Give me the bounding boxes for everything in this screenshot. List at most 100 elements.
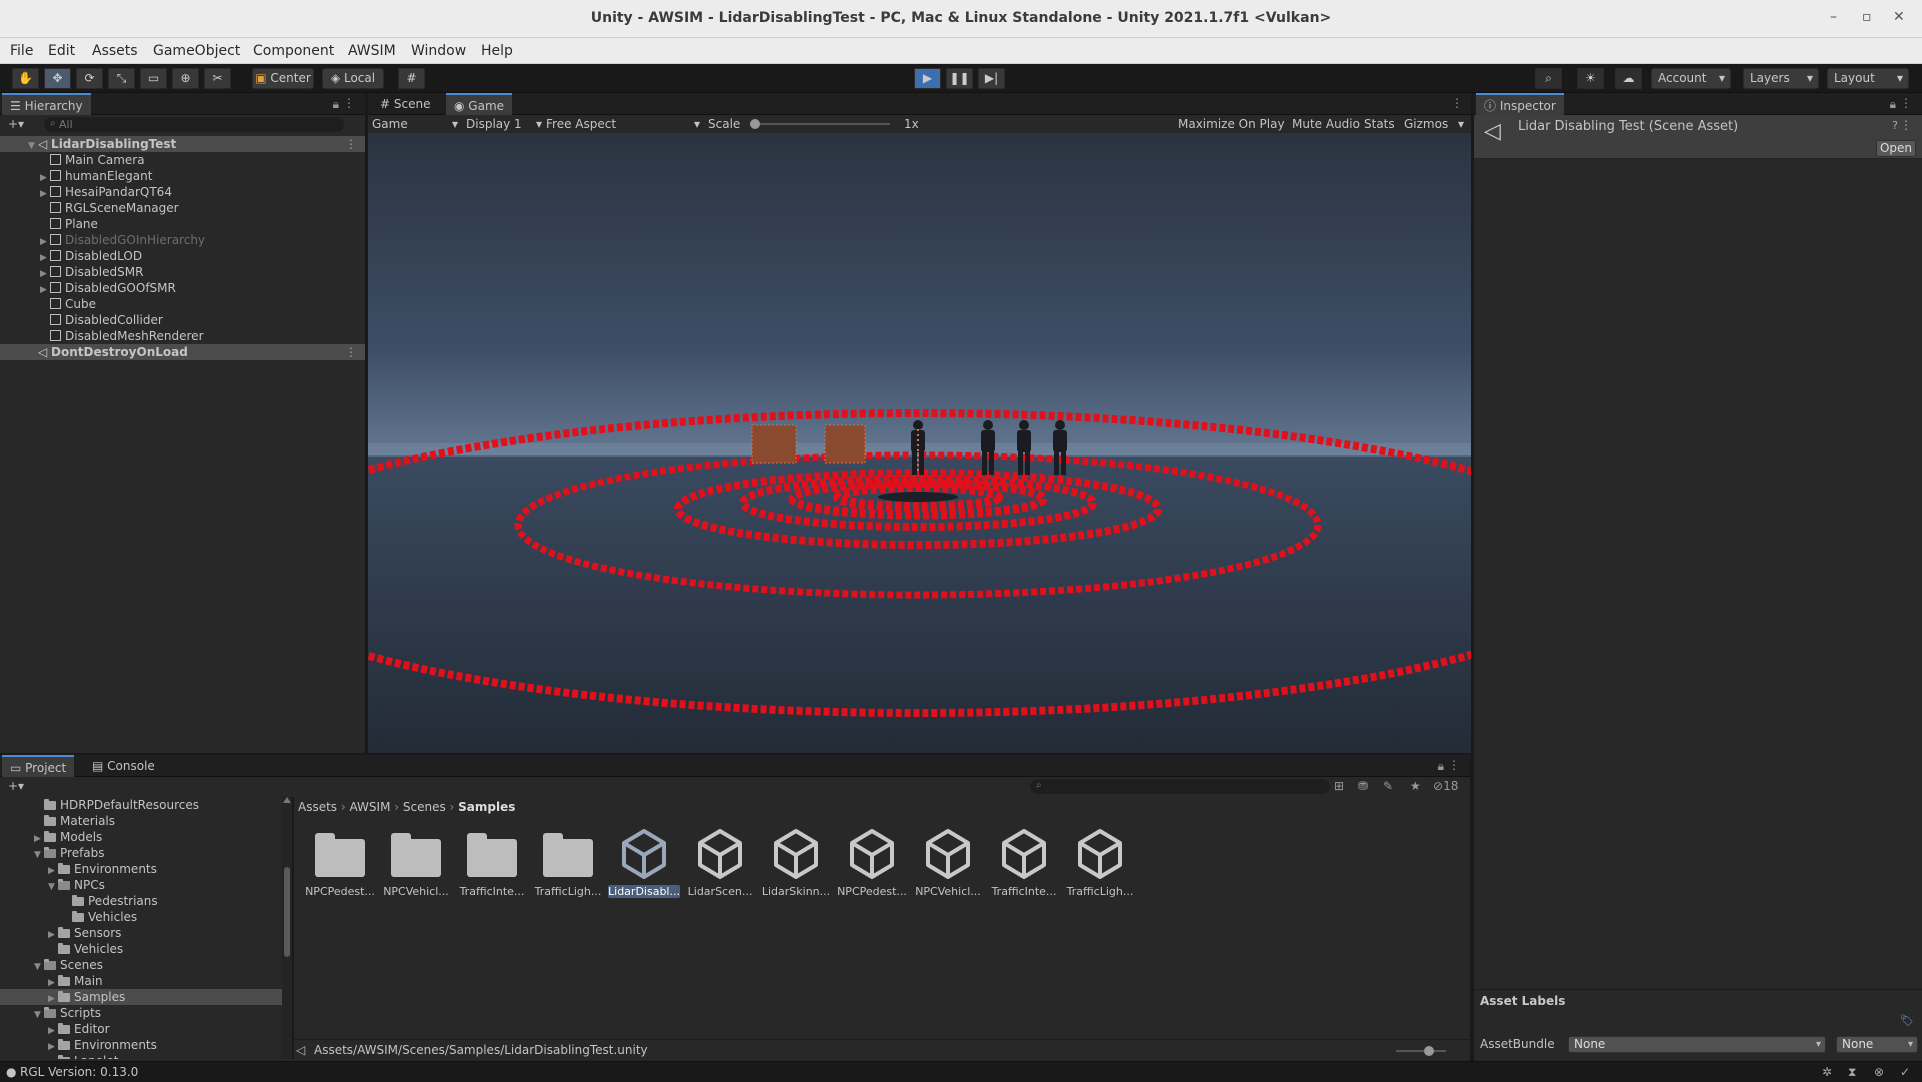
scale-tool-icon[interactable]: ⤡ [108, 68, 135, 89]
folder-tree-scrollbar[interactable] [282, 797, 292, 1059]
maximize-on-play-toggle[interactable]: Maximize On Play [1178, 116, 1285, 132]
hierarchy-item[interactable]: RGLSceneManager [0, 200, 365, 216]
hierarchy-item[interactable]: Plane [0, 216, 365, 232]
aspect-dropdown[interactable]: Free Aspect ▾ [546, 116, 700, 132]
rotate-tool-icon[interactable]: ⟳ [76, 68, 103, 89]
project-search-input[interactable] [1030, 779, 1330, 794]
kebab-menu-icon[interactable]: ⋮ [1448, 758, 1460, 772]
scene-asset[interactable]: LidarDisabl... [608, 825, 680, 898]
hierarchy-item[interactable]: ▶ DisabledLOD [0, 248, 365, 264]
tab-game[interactable]: ◉ Game [446, 93, 513, 115]
project-folder-item[interactable]: ▶ Environments [0, 1037, 282, 1053]
maximize-button[interactable]: ▫ [1862, 9, 1872, 25]
search-icon[interactable]: ⌕ [1535, 68, 1562, 89]
step-button[interactable]: ▶| [978, 68, 1005, 89]
breadcrumb-item[interactable]: AWSIM [350, 800, 391, 814]
menu-gameobject[interactable]: GameObject [153, 43, 240, 59]
menu-component[interactable]: Component [253, 43, 334, 59]
lock-icon[interactable]: 🔒︎ [1890, 97, 1896, 112]
icon-size-slider[interactable] [1396, 1046, 1446, 1056]
favorite-icon[interactable]: ★ [1410, 779, 1421, 793]
close-button[interactable]: ✕ [1893, 9, 1905, 25]
breadcrumb-item[interactable]: Assets [298, 800, 337, 814]
hierarchy-item[interactable]: Cube [0, 296, 365, 312]
mute-audio-toggle[interactable]: Mute Audio [1292, 116, 1360, 132]
scene-asset[interactable]: TrafficLigh... [1064, 825, 1136, 898]
hierarchy-item[interactable]: ▶ DisabledSMR [0, 264, 365, 280]
project-folder-item[interactable]: Vehicles [0, 909, 282, 925]
tab-hierarchy[interactable]: ☰ Hierarchy [2, 93, 91, 115]
grid-snap-icon[interactable]: # [398, 68, 425, 89]
add-icon[interactable]: +▾ [8, 779, 24, 793]
menu-edit[interactable]: Edit [48, 43, 75, 59]
project-folder-item[interactable]: ▶ Lanelet [0, 1053, 282, 1059]
layers-dropdown[interactable]: Layers ▾ [1743, 68, 1819, 89]
cloud-icon[interactable]: ☁ [1615, 68, 1642, 89]
play-button[interactable]: ▶ [914, 68, 941, 89]
folder-asset[interactable]: TrafficInte... [456, 825, 528, 898]
label-icon[interactable]: ✎ [1383, 779, 1393, 793]
folder-asset[interactable]: NPCPedest... [304, 825, 376, 898]
open-button[interactable]: Open [1876, 140, 1916, 157]
pivot-center-button[interactable]: ▣ Center [252, 68, 314, 89]
project-folder-item[interactable]: Materials [0, 813, 282, 829]
custom-tool-icon[interactable]: ✂ [204, 68, 231, 89]
tab-project[interactable]: ▭ Project [2, 755, 75, 777]
project-folder-item[interactable]: HDRPDefaultResources [0, 797, 282, 813]
pause-button[interactable]: ❚❚ [946, 68, 973, 89]
project-folder-item[interactable]: ▼ NPCs [0, 877, 282, 893]
hierarchy-item[interactable]: ▶ HesaiPandarQT64 [0, 184, 365, 200]
breadcrumb-item[interactable]: Scenes [403, 800, 446, 814]
icon-size-slider-knob[interactable] [1424, 1046, 1434, 1056]
project-folder-item[interactable]: ▶ Models [0, 829, 282, 845]
scrollbar-thumb[interactable] [284, 867, 290, 957]
account-dropdown[interactable]: Account ▾ [1651, 68, 1731, 89]
tag-icon[interactable]: 🏷︎ [1900, 1014, 1914, 1027]
project-folder-item[interactable]: Vehicles [0, 941, 282, 957]
check-icon[interactable]: ✓ [1900, 1064, 1910, 1080]
project-folder-item[interactable]: ▼ Scenes [0, 957, 282, 973]
filter-icon[interactable]: ⛃ [1358, 779, 1368, 793]
tab-console[interactable]: ▤ Console [84, 755, 163, 777]
hierarchy-item[interactable]: DisabledMeshRenderer [0, 328, 365, 344]
hand-tool-icon[interactable]: ✋ [12, 68, 39, 89]
project-folder-item[interactable]: ▶ Editor [0, 1021, 282, 1037]
kebab-menu-icon[interactable]: ⋮ [345, 136, 357, 152]
space-local-button[interactable]: ◈ Local [322, 68, 384, 89]
menu-file[interactable]: File [10, 43, 33, 59]
bug-icon[interactable]: ✲ [1822, 1064, 1832, 1080]
help-icon[interactable]: ? [1892, 119, 1898, 132]
kebab-menu-icon[interactable]: ⋮ [345, 344, 357, 360]
kebab-menu-icon[interactable]: ⋮ [1900, 96, 1912, 110]
cache-icon[interactable]: ⊗ [1874, 1064, 1884, 1080]
project-folder-item[interactable]: Pedestrians [0, 893, 282, 909]
folder-asset[interactable]: TrafficLigh... [532, 825, 604, 898]
project-folder-item[interactable]: ▶ Environments [0, 861, 282, 877]
hierarchy-item[interactable]: Main Camera [0, 152, 365, 168]
hierarchy-item[interactable]: ▶ DisabledGOOfSMR [0, 280, 365, 296]
minimize-button[interactable]: – [1830, 9, 1837, 25]
collab-icon[interactable]: ☀ [1577, 68, 1604, 89]
assetbundle-variant-dropdown[interactable]: None [1836, 1036, 1918, 1053]
progress-icon[interactable]: ⧗ [1848, 1064, 1856, 1080]
hierarchy-search-input[interactable] [44, 117, 344, 132]
assetbundle-dropdown[interactable]: None [1568, 1036, 1826, 1053]
kebab-menu-icon[interactable]: ⋮ [1451, 96, 1463, 110]
project-folder-item[interactable]: ▶ Samples [0, 989, 282, 1005]
hierarchy-item[interactable]: ▶ DisabledGOInHierarchy [0, 232, 365, 248]
scene-asset[interactable]: TrafficInte... [988, 825, 1060, 898]
project-folder-item[interactable]: ▶ Main [0, 973, 282, 989]
transform-tool-icon[interactable]: ⊕ [172, 68, 199, 89]
add-icon[interactable]: +▾ [8, 117, 24, 131]
scroll-up-arrow-icon[interactable] [283, 797, 291, 803]
menu-window[interactable]: Window [411, 43, 466, 59]
scale-slider[interactable] [750, 119, 890, 129]
scene-asset[interactable]: LidarSkinn... [760, 825, 832, 898]
project-folder-item[interactable]: ▼ Scripts [0, 1005, 282, 1021]
menu-assets[interactable]: Assets [92, 43, 138, 59]
scene-asset[interactable]: LidarScen... [684, 825, 756, 898]
gizmos-dropdown[interactable]: Gizmos ▾ [1404, 116, 1464, 132]
kebab-menu-icon[interactable]: ⋮ [343, 96, 355, 110]
collapse-arrow-icon[interactable]: ▶ [48, 1055, 58, 1059]
hierarchy-item[interactable]: ▼ ◁ LidarDisablingTest ⋮ [0, 136, 365, 152]
